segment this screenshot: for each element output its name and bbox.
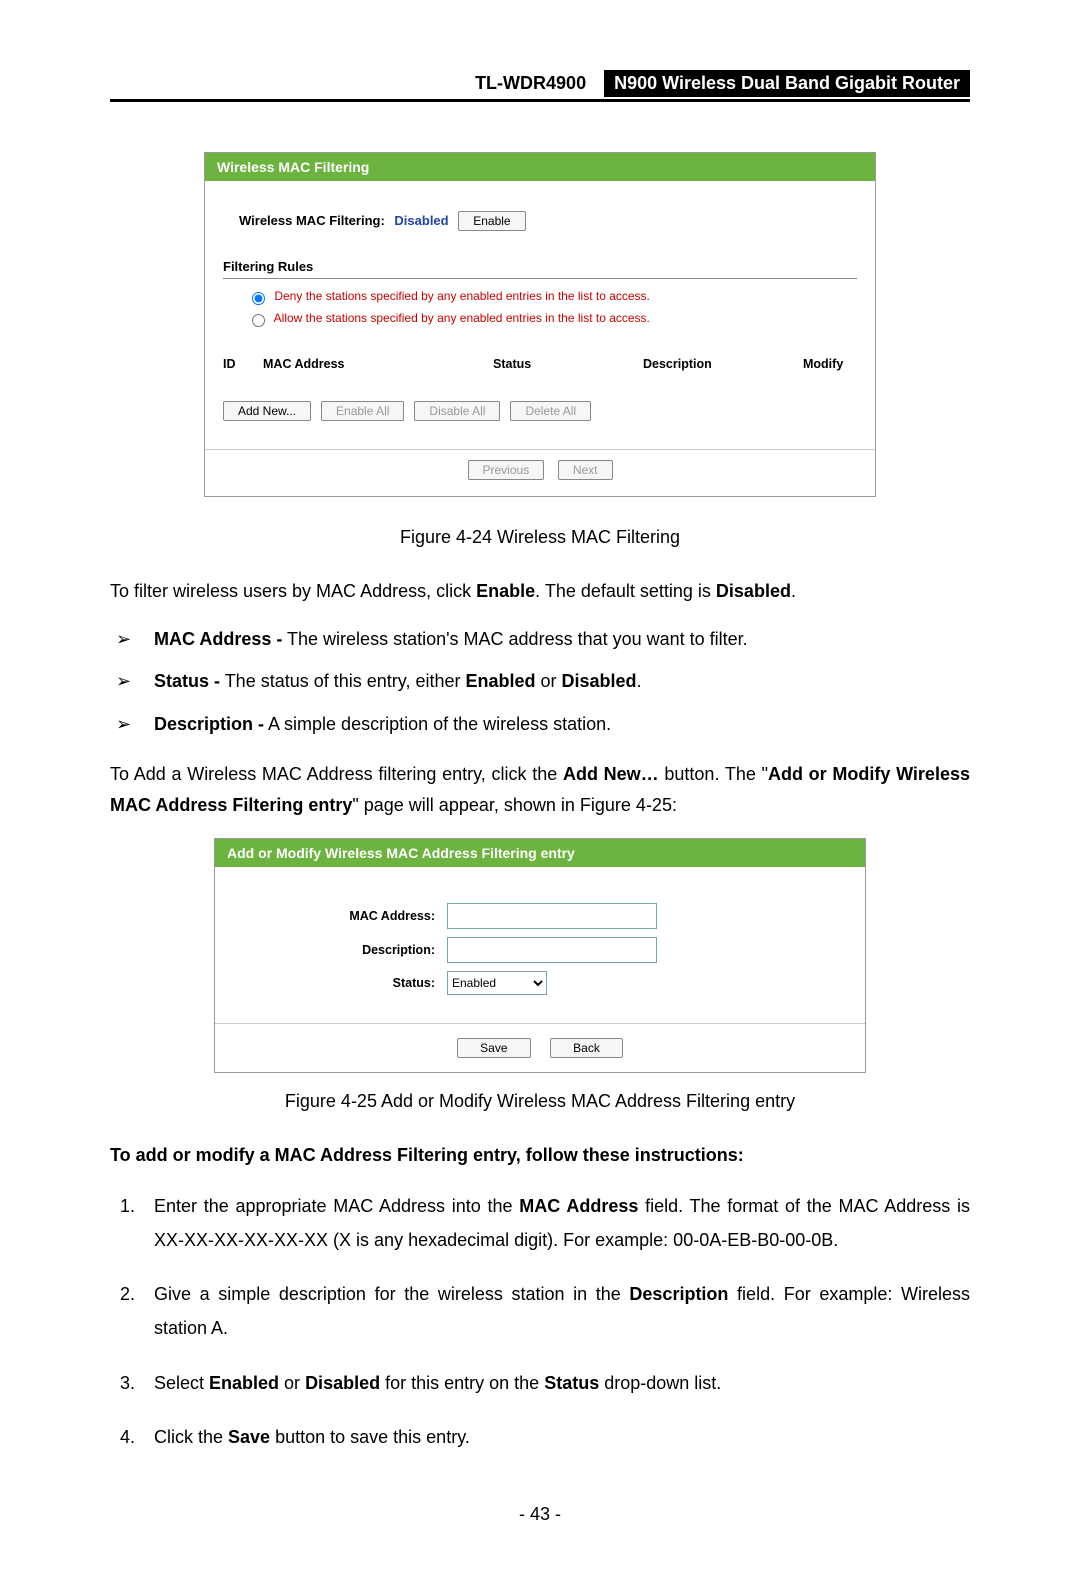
filtering-status-label: Wireless MAC Filtering: [239,213,385,228]
enable-all-button[interactable]: Enable All [321,401,404,421]
bullet-mac-address: MAC Address - The wireless station's MAC… [110,625,970,654]
next-button[interactable]: Next [558,460,613,480]
step-4: Click the Save button to save this entry… [140,1420,970,1454]
product-title: N900 Wireless Dual Band Gigabit Router [604,70,970,97]
col-status: Status [493,357,643,371]
disable-all-button[interactable]: Disable All [414,401,500,421]
allow-option[interactable]: Allow the stations specified by any enab… [247,311,857,327]
instruction-steps: Enter the appropriate MAC Address into t… [110,1189,970,1454]
delete-all-button[interactable]: Delete All [510,401,591,421]
mac-address-label: MAC Address: [235,909,447,923]
bullet-description: Description - A simple description of th… [110,710,970,739]
step-2: Give a simple description for the wirele… [140,1277,970,1345]
step-3: Select Enabled or Disabled for this entr… [140,1366,970,1400]
page-header: TL-WDR4900 N900 Wireless Dual Band Gigab… [110,70,970,102]
enable-button[interactable]: Enable [458,211,525,231]
page-number: - 43 - [110,1504,970,1525]
add-new-paragraph: To Add a Wireless MAC Address filtering … [110,759,970,820]
field-list: MAC Address - The wireless station's MAC… [110,625,970,739]
figure-4-25-caption: Figure 4-25 Add or Modify Wireless MAC A… [110,1091,970,1112]
allow-radio[interactable] [252,314,265,327]
intro-paragraph: To filter wireless users by MAC Address,… [110,576,970,607]
panel-title-2: Add or Modify Wireless MAC Address Filte… [215,839,865,867]
figure-4-25: Add or Modify Wireless MAC Address Filte… [214,838,866,1073]
allow-label: Allow the stations specified by any enab… [274,311,650,325]
filtering-rules-heading: Filtering Rules [223,259,857,279]
instructions-heading: To add or modify a MAC Address Filtering… [110,1140,970,1171]
figure-4-24: Wireless MAC Filtering Wireless MAC Filt… [204,152,876,497]
col-mac: MAC Address [263,357,493,371]
description-label: Description: [235,943,447,957]
deny-label: Deny the stations specified by any enabl… [274,289,650,303]
description-input[interactable] [447,937,657,963]
previous-button[interactable]: Previous [468,460,545,480]
model-label: TL-WDR4900 [467,70,594,97]
deny-option[interactable]: Deny the stations specified by any enabl… [247,289,857,305]
panel-title: Wireless MAC Filtering [205,153,875,181]
step-1: Enter the appropriate MAC Address into t… [140,1189,970,1257]
col-id: ID [223,357,263,371]
mac-address-input[interactable] [447,903,657,929]
add-new-button[interactable]: Add New... [223,401,311,421]
table-header: ID MAC Address Status Description Modify [223,357,857,377]
back-button[interactable]: Back [550,1038,623,1058]
deny-radio[interactable] [252,292,265,305]
figure-4-24-caption: Figure 4-24 Wireless MAC Filtering [110,527,970,548]
save-button[interactable]: Save [457,1038,530,1058]
col-modify: Modify [803,357,857,371]
filtering-status-value: Disabled [394,213,448,228]
col-desc: Description [643,357,803,371]
bullet-status: Status - The status of this entry, eithe… [110,667,970,696]
status-label: Status: [235,976,447,990]
status-select[interactable]: Enabled [447,971,547,995]
